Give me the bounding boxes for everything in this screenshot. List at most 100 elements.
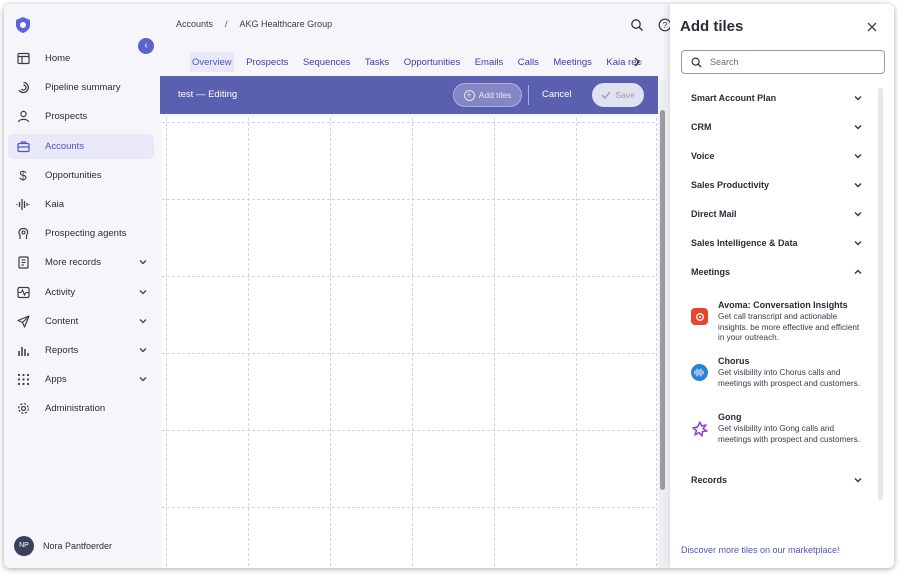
chevron-down-icon xyxy=(854,241,862,246)
sidebar-item-apps[interactable]: Apps xyxy=(8,367,154,392)
chevron-up-icon xyxy=(854,269,862,274)
sidebar-item-label: Accounts xyxy=(45,140,85,152)
category-smart-account-plan[interactable]: Smart Account Plan xyxy=(691,90,863,106)
category-direct-mail[interactable]: Direct Mail xyxy=(691,206,863,222)
search-input[interactable] xyxy=(710,57,870,67)
tab-sequences[interactable]: Sequences xyxy=(301,52,353,72)
breadcrumb-parent-link[interactable]: Accounts xyxy=(176,19,213,29)
document-icon xyxy=(16,256,30,270)
category-sales-intelligence-data[interactable]: Sales Intelligence & Data xyxy=(691,235,863,251)
tile-title: Avoma: Conversation Insights xyxy=(718,300,848,310)
edit-toolbar: test — Editing + Add tiles Cancel Save xyxy=(160,76,658,114)
category-label: CRM xyxy=(691,122,712,132)
save-label: Save xyxy=(615,90,635,100)
layout-grid[interactable] xyxy=(162,118,657,568)
tile-gong[interactable]: Gong Get visibility into Gong calls and … xyxy=(691,412,866,445)
sidebar-item-label: Reports xyxy=(45,344,79,356)
app-logo-icon[interactable] xyxy=(14,16,32,34)
chevron-down-icon xyxy=(139,377,147,382)
scrollbar-thumb[interactable] xyxy=(660,110,665,490)
sidebar-item-label: Home xyxy=(45,53,71,64)
breadcrumb: Accounts / AKG Healthcare Group xyxy=(176,19,332,29)
tab-overview[interactable]: Overview xyxy=(190,52,234,72)
sidebar-item-accounts[interactable]: Accounts xyxy=(8,133,154,159)
chevron-down-icon xyxy=(139,289,147,294)
main-scrollbar[interactable] xyxy=(659,80,666,568)
record-tabs: Overview Prospects Sequences Tasks Oppor… xyxy=(190,52,642,72)
sidebar-item-activity[interactable]: Activity xyxy=(8,280,154,305)
plus-circle-icon: + xyxy=(463,89,475,101)
category-label: Voice xyxy=(691,151,715,161)
edit-title: test — Editing xyxy=(178,89,238,100)
pipeline-icon xyxy=(16,81,30,95)
category-label: Direct Mail xyxy=(691,209,737,219)
search-icon[interactable] xyxy=(630,18,644,32)
grid-dots-icon xyxy=(16,373,30,387)
sidebar-item-prospects[interactable]: Prospects xyxy=(8,104,154,129)
waveform-icon xyxy=(16,197,30,211)
category-crm[interactable]: CRM xyxy=(691,119,863,135)
panel-scrollbar[interactable] xyxy=(878,88,883,500)
category-label: Sales Productivity xyxy=(691,180,770,190)
user-profile[interactable]: NP Nora Pantfoerder xyxy=(14,536,112,556)
tile-search-field[interactable] xyxy=(681,50,885,74)
cancel-button[interactable]: Cancel xyxy=(542,89,572,100)
chevron-down-icon xyxy=(854,183,862,188)
chevron-down-icon xyxy=(139,260,147,265)
chevron-down-icon xyxy=(854,478,862,483)
tile-avoma[interactable]: Avoma: Conversation Insights Get call tr… xyxy=(691,300,866,344)
sidebar-item-label: Content xyxy=(45,315,79,327)
tab-prospects[interactable]: Prospects xyxy=(244,52,290,72)
sidebar-item-label: Pipeline summary xyxy=(45,82,121,94)
category-label: Meetings xyxy=(691,267,731,277)
add-tiles-button[interactable]: + Add tiles xyxy=(453,83,522,107)
tile-title: Gong xyxy=(718,412,742,422)
tab-meetings[interactable]: Meetings xyxy=(551,52,594,72)
dollar-icon: $ xyxy=(19,167,27,183)
activity-icon xyxy=(16,285,30,299)
chorus-icon xyxy=(691,364,708,381)
breadcrumb-current: AKG Healthcare Group xyxy=(239,19,333,29)
sidebar-item-home[interactable]: Home xyxy=(8,46,154,71)
sidebar-item-administration[interactable]: Administration xyxy=(8,396,154,421)
tab-calls[interactable]: Calls xyxy=(516,52,541,72)
bar-chart-icon xyxy=(16,343,30,357)
add-tiles-panel: Add tiles Smart Account Plan CRM Voice S… xyxy=(670,4,894,568)
search-icon xyxy=(691,56,702,67)
save-button[interactable]: Save xyxy=(592,83,644,107)
tab-opportunities[interactable]: Opportunities xyxy=(402,52,463,72)
sidebar-item-content[interactable]: Content xyxy=(8,309,154,334)
tab-emails[interactable]: Emails xyxy=(473,52,506,72)
category-voice[interactable]: Voice xyxy=(691,148,863,164)
marketplace-link[interactable]: Discover more tiles on our marketplace! xyxy=(681,545,840,555)
sidebar-item-pipeline-summary[interactable]: Pipeline summary xyxy=(8,75,154,100)
layout-grid-lines xyxy=(162,118,657,568)
tab-tasks[interactable]: Tasks xyxy=(363,52,391,72)
sidebar-item-opportunities[interactable]: $ Opportunities xyxy=(8,163,154,188)
sidebar-item-label: Apps xyxy=(45,374,67,386)
close-icon[interactable] xyxy=(866,21,878,33)
sidebar-item-prospecting-agents[interactable]: Prospecting agents xyxy=(8,221,154,246)
sidebar-item-reports[interactable]: Reports xyxy=(8,338,154,363)
send-icon xyxy=(16,314,30,328)
chevron-right-icon[interactable] xyxy=(632,56,642,68)
add-tiles-label: Add tiles xyxy=(478,90,512,100)
category-label: Records xyxy=(691,475,728,485)
category-meetings[interactable]: Meetings xyxy=(691,264,863,280)
sidebar-item-more-records[interactable]: More records xyxy=(8,250,154,275)
tile-chorus[interactable]: Chorus Get visibility into Chorus calls … xyxy=(691,356,866,389)
sidebar-item-label: Prospecting agents xyxy=(45,228,127,240)
category-records[interactable]: Records xyxy=(691,472,863,488)
category-label: Smart Account Plan xyxy=(691,93,777,103)
panel-title: Add tiles xyxy=(680,18,744,35)
tile-description: Get visibility into Chorus calls and mee… xyxy=(718,368,860,388)
chevron-down-icon xyxy=(854,154,862,159)
sidebar-item-kaia[interactable]: Kaia xyxy=(8,192,154,217)
sidebar: ‹ Home Pipeline summary Prospects Accoun… xyxy=(4,4,160,568)
category-label: Sales Intelligence & Data xyxy=(691,238,798,248)
category-sales-productivity[interactable]: Sales Productivity xyxy=(691,177,863,193)
svg-text:?: ? xyxy=(663,21,668,30)
chevron-down-icon xyxy=(854,125,862,130)
tile-title: Chorus xyxy=(718,356,750,366)
gong-icon xyxy=(691,420,708,437)
